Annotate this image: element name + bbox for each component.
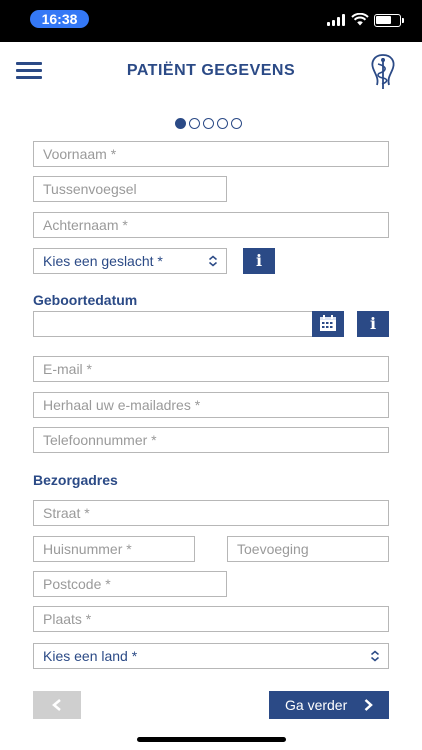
caduceus-logo-icon	[371, 54, 395, 89]
postcode-input[interactable]: Postcode *	[33, 571, 227, 597]
gender-select[interactable]: Kies een geslacht *	[33, 248, 227, 274]
battery-icon	[374, 14, 404, 27]
gender-select-value: Kies een geslacht *	[43, 253, 163, 269]
cellular-signal-icon	[327, 14, 345, 26]
chevron-up-down-icon	[209, 255, 217, 267]
birthdate-label: Geboortedatum	[33, 292, 138, 308]
birthdate-input[interactable]	[33, 311, 313, 337]
house-number-input[interactable]: Huisnummer *	[33, 536, 195, 562]
next-button[interactable]: Ga verder	[269, 691, 389, 719]
chevron-left-icon	[52, 699, 61, 711]
home-indicator	[137, 737, 286, 742]
delivery-address-label: Bezorgadres	[33, 472, 118, 488]
step-dot	[189, 118, 200, 129]
step-dot	[231, 118, 242, 129]
app-header: PATIËNT GEGEVENS	[0, 42, 422, 102]
step-dot	[203, 118, 214, 129]
status-bar: 16:38	[0, 0, 422, 42]
street-input[interactable]: Straat *	[33, 500, 389, 526]
step-progress-indicator	[175, 118, 242, 130]
phone-input[interactable]: Telefoonnummer *	[33, 427, 389, 453]
chevron-right-icon	[364, 699, 373, 711]
last-name-input[interactable]: Achternaam *	[33, 212, 389, 238]
calendar-icon	[320, 315, 336, 331]
next-button-label: Ga verder	[285, 697, 348, 713]
birthdate-info-button[interactable]: i	[357, 311, 389, 337]
page-title: PATIËNT GEGEVENS	[126, 62, 296, 79]
infix-input[interactable]: Tussenvoegsel	[33, 176, 227, 202]
wifi-icon	[351, 13, 369, 26]
gender-info-button[interactable]: i	[243, 248, 275, 274]
country-select-value: Kies een land *	[43, 648, 138, 664]
step-dot-active	[175, 118, 186, 129]
country-select[interactable]: Kies een land *	[33, 643, 389, 669]
first-name-input[interactable]: Voornaam *	[33, 141, 389, 167]
status-time: 16:38	[30, 10, 89, 28]
email-input[interactable]: E-mail *	[33, 356, 389, 382]
calendar-button[interactable]	[312, 311, 344, 337]
chevron-up-down-icon	[371, 650, 379, 662]
city-input[interactable]: Plaats *	[33, 606, 389, 632]
step-dot	[217, 118, 228, 129]
email-repeat-input[interactable]: Herhaal uw e-mailadres *	[33, 392, 389, 418]
back-button[interactable]	[33, 691, 81, 719]
house-number-addition-input[interactable]: Toevoeging	[227, 536, 389, 562]
